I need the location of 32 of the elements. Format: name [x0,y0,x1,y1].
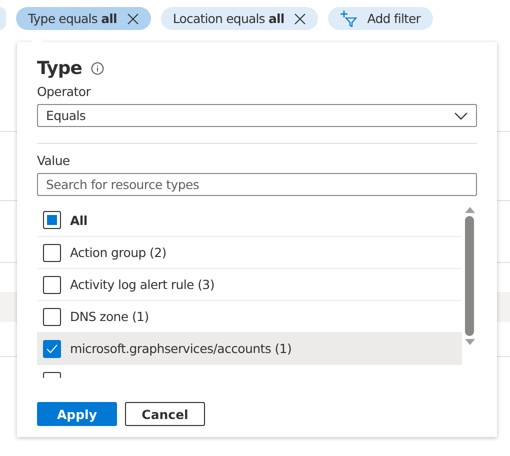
operator-dropdown[interactable]: Equals [37,104,477,127]
add-filter-button[interactable]: Add filter [328,7,433,30]
field-label: Value [37,153,71,170]
apply-button[interactable]: Apply [37,402,117,426]
checkbox[interactable] [43,276,61,294]
option-label: microsoft.graphservices/accounts (1) [70,341,292,356]
scroll-up-icon[interactable] [464,207,474,213]
filter-add-icon [340,10,358,27]
field-label: Operator [37,84,92,101]
scroll-down-icon[interactable] [464,339,474,345]
checkbox[interactable] [43,308,61,326]
option-label: DNS zone (1) [70,309,149,324]
filter-chip[interactable]: Type equals all [16,7,151,30]
filter-chip[interactable]: Location equals all [160,7,318,30]
option-label: Activity log alert rule (3) [70,277,214,292]
option-row[interactable]: Activity log alert rule (3) [37,268,462,300]
close-icon[interactable] [126,12,139,24]
checkbox[interactable] [43,211,61,229]
option-row[interactable]: microsoft.graphservices/accounts (1) [37,332,462,364]
option-label: All [70,212,88,228]
info-icon[interactable] [90,62,104,74]
chevron-down-icon [454,112,468,120]
checkbox[interactable] [43,340,61,358]
close-icon[interactable] [294,12,306,24]
search-field[interactable]: Search for resource types [37,173,477,196]
check-icon [46,344,58,354]
option-label: Action group (2) [70,245,166,260]
option-row[interactable]: Action group (2) [37,236,462,268]
option-row[interactable]: All [37,204,462,236]
checkbox[interactable] [43,244,61,262]
popup-title: Type [37,58,82,78]
cancel-button[interactable]: Cancel [125,402,205,426]
